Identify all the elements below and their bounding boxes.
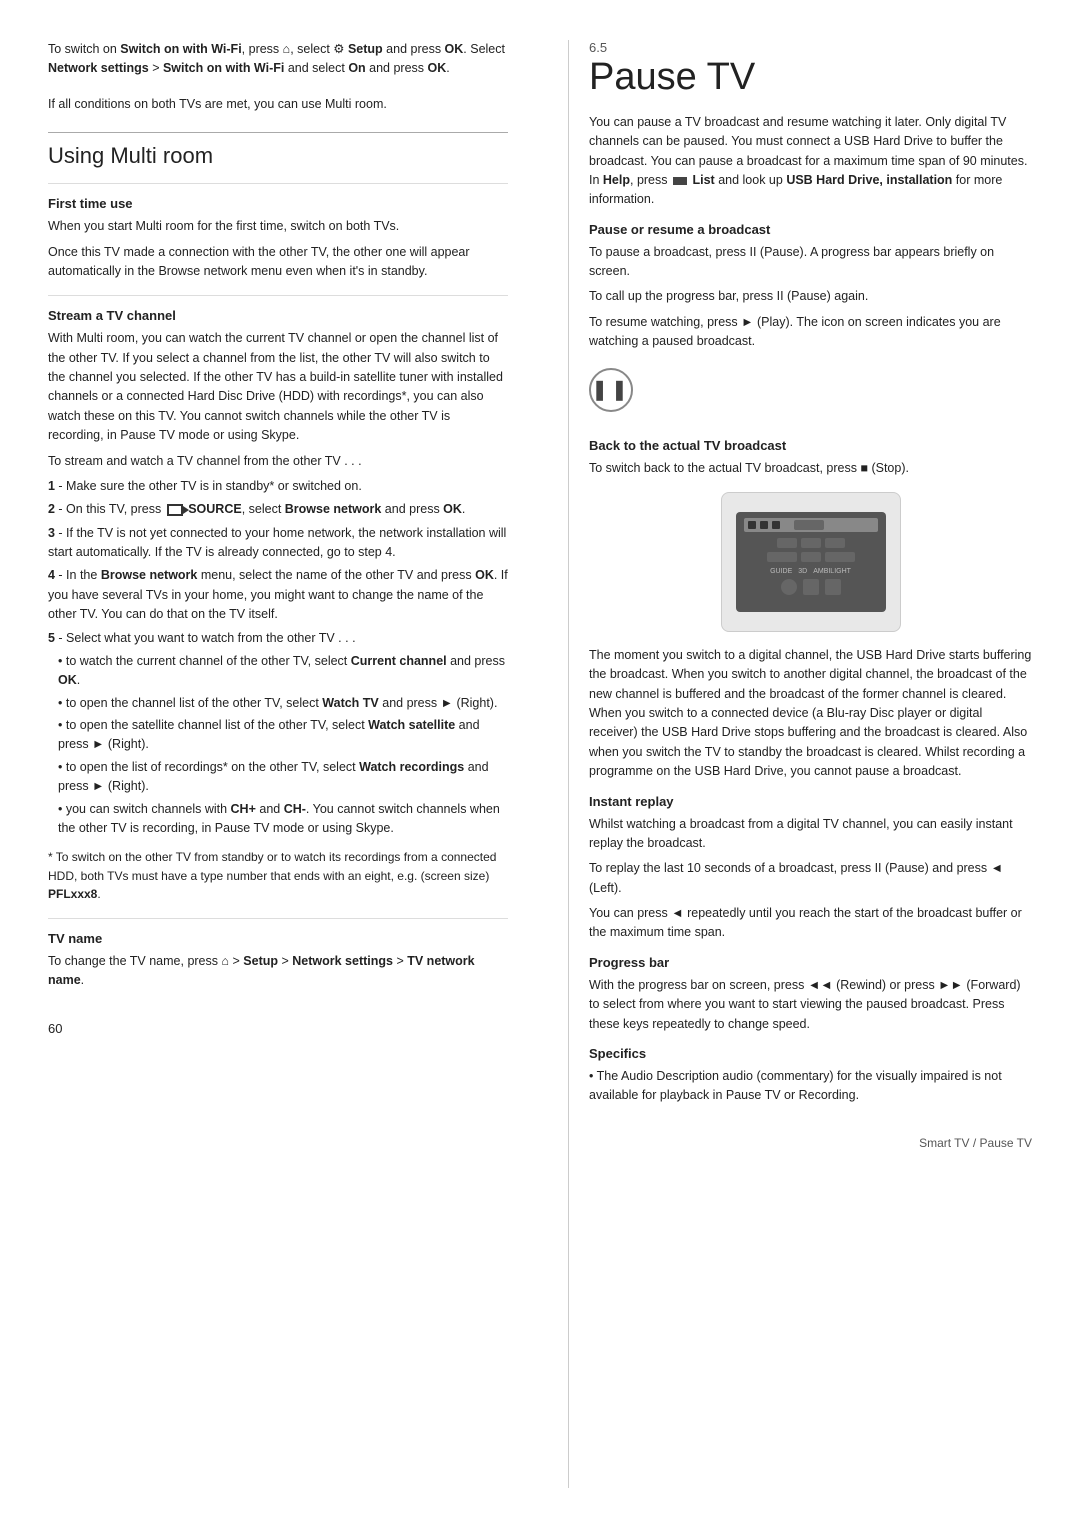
bullet-1: to watch the current channel of the othe… <box>48 652 508 691</box>
sub-divider-1 <box>48 183 508 184</box>
remote-btn-wide-1 <box>767 552 797 562</box>
left-column: To switch on Switch on with Wi-Fi, press… <box>48 40 528 1488</box>
sub-divider-3 <box>48 918 508 919</box>
first-time-para2: Once this TV made a connection with the … <box>48 243 508 282</box>
remote-illustration: GUIDE 3D AMBILIGHT <box>721 492 901 632</box>
progress-bar-text: With the progress bar on screen, press ◄… <box>589 976 1032 1034</box>
pause-resume-para3: To resume watching, press ► (Play). The … <box>589 313 1032 352</box>
remote-top-bar <box>744 518 878 532</box>
first-time-para1: When you start Multi room for the first … <box>48 217 508 236</box>
page-number: 60 <box>48 1021 62 1036</box>
remote-screen: GUIDE 3D AMBILIGHT <box>736 512 886 612</box>
back-broadcast-heading: Back to the actual TV broadcast <box>589 438 1032 453</box>
list-icon <box>673 177 687 185</box>
remote-btn-3 <box>825 538 845 548</box>
remote-labels: GUIDE 3D AMBILIGHT <box>744 568 878 575</box>
step-3: 3 - If the TV is not yet connected to yo… <box>48 524 508 563</box>
sub-divider-2 <box>48 295 508 296</box>
tv-name-heading: TV name <box>48 931 508 946</box>
bullet-5: you can switch channels with CH+ and CH-… <box>48 800 508 839</box>
remote-label-3d: 3D <box>798 568 807 575</box>
remote-dot-1 <box>748 521 756 529</box>
stream-para2: To stream and watch a TV channel from th… <box>48 452 508 471</box>
remote-label-ambilight: AMBILIGHT <box>813 568 851 575</box>
pause-symbol: ❚❚ <box>591 377 631 402</box>
remote-square-2 <box>825 579 841 595</box>
progress-bar-heading: Progress bar <box>589 955 1032 970</box>
step-5: 5 - Select what you want to watch from t… <box>48 629 508 648</box>
page-container: To switch on Switch on with Wi-Fi, press… <box>0 0 1080 1528</box>
specifics-text: • The Audio Description audio (commentar… <box>589 1067 1032 1106</box>
chapter-number: 6.5 <box>589 40 1032 55</box>
pause-broadcast-icon: ❚❚ <box>589 368 633 412</box>
remote-dot-2 <box>760 521 768 529</box>
pause-resume-heading: Pause or resume a broadcast <box>589 222 1032 237</box>
intro-para2: If all conditions on both TVs are met, y… <box>48 95 508 114</box>
remote-bottom-row <box>744 579 878 595</box>
first-time-heading: First time use <box>48 196 508 211</box>
instant-replay-para1: Whilst watching a broadcast from a digit… <box>589 815 1032 854</box>
right-column: 6.5 Pause TV You can pause a TV broadcas… <box>568 40 1032 1488</box>
step-2: 2 - On this TV, press SOURCE, select Bro… <box>48 500 508 519</box>
section-divider-1 <box>48 132 508 133</box>
section-title-multi-room: Using Multi room <box>48 143 508 169</box>
step-4: 4 - In the Browse network menu, select t… <box>48 566 508 624</box>
instant-replay-para2: To replay the last 10 seconds of a broad… <box>589 859 1032 898</box>
footnote: * To switch on the other TV from standby… <box>48 848 508 904</box>
remote-btn-wide-2 <box>825 552 855 562</box>
remote-btn-1 <box>777 538 797 548</box>
remote-btn-4 <box>801 552 821 562</box>
remote-circle-1 <box>781 579 797 595</box>
remote-btn-row-1 <box>744 538 878 548</box>
specifics-heading: Specifics <box>589 1046 1032 1061</box>
remote-btn-2 <box>801 538 821 548</box>
bullet-4: to open the list of recordings* on the o… <box>48 758 508 797</box>
stream-para1: With Multi room, you can watch the curre… <box>48 329 508 445</box>
remote-dot-4 <box>794 520 824 530</box>
bullet-2: to open the channel list of the other TV… <box>48 694 508 713</box>
instant-replay-heading: Instant replay <box>589 794 1032 809</box>
footer-right-text: Smart TV / Pause TV <box>919 1136 1032 1150</box>
pause-resume-para1: To pause a broadcast, press II (Pause). … <box>589 243 1032 282</box>
intro-paragraph: To switch on Switch on with Wi-Fi, press… <box>48 40 508 79</box>
pause-tv-title: Pause TV <box>589 57 1032 99</box>
remote-square-1 <box>803 579 819 595</box>
stream-heading: Stream a TV channel <box>48 308 508 323</box>
back-broadcast-text: To switch back to the actual TV broadcas… <box>589 459 1032 478</box>
pause-tv-intro: You can pause a TV broadcast and resume … <box>589 113 1032 210</box>
step-1: 1 - Make sure the other TV is in standby… <box>48 477 508 496</box>
right-footer: Smart TV / Pause TV <box>589 1136 1032 1150</box>
buffering-text: The moment you switch to a digital chann… <box>589 646 1032 782</box>
pause-resume-para2: To call up the progress bar, press II (P… <box>589 287 1032 306</box>
remote-btn-row-2 <box>744 552 878 562</box>
remote-label-guide: GUIDE <box>770 568 792 575</box>
tv-name-text: To change the TV name, press ⌂ > Setup >… <box>48 952 508 991</box>
left-footer: 60 <box>48 1021 508 1036</box>
instant-replay-para3: You can press ◄ repeatedly until you rea… <box>589 904 1032 943</box>
remote-dot-3 <box>772 521 780 529</box>
bullet-3: to open the satellite channel list of th… <box>48 716 508 755</box>
source-icon <box>167 504 183 516</box>
